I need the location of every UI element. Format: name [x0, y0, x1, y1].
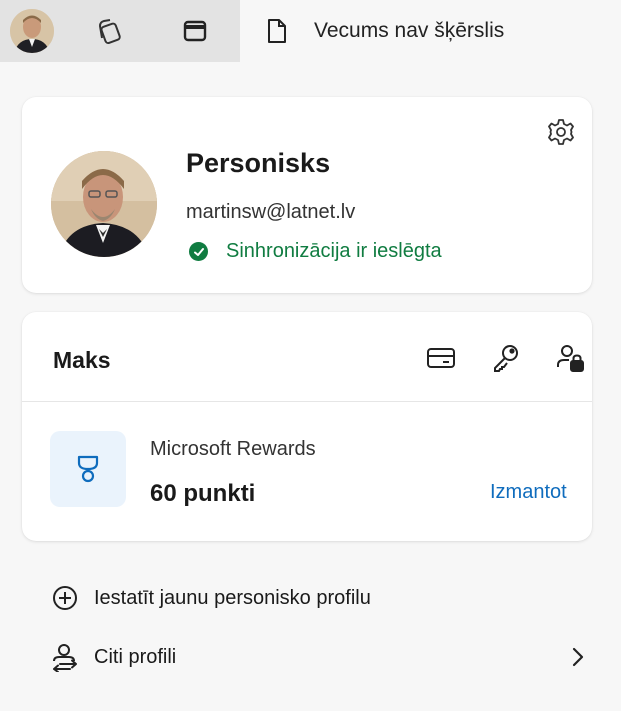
tab-strip: Vecums nav šķērslis	[0, 0, 621, 62]
add-circle-icon	[50, 583, 80, 613]
credit-card-icon	[427, 348, 455, 368]
profile-avatar	[51, 151, 157, 257]
redeem-link[interactable]: Izmantot	[490, 481, 567, 504]
other-profiles-label: Citi profili	[94, 645, 177, 668]
chevron-right-icon	[566, 644, 590, 670]
wallet-divider	[22, 401, 592, 402]
people-switch-icon	[50, 642, 80, 672]
collections-button[interactable]	[80, 0, 138, 62]
profile-button[interactable]	[4, 0, 60, 62]
vertical-tabs-button[interactable]	[166, 0, 224, 62]
new-profile-item[interactable]: Iestatīt jaunu personisko profilu	[50, 581, 590, 615]
new-profile-label: Iestatīt jaunu personisko profilu	[94, 586, 371, 609]
profile-name: Personisks	[186, 148, 331, 178]
page-icon	[264, 16, 290, 46]
collections-icon	[98, 19, 121, 45]
profile-email: martinsw@latnet.lv	[186, 201, 356, 223]
key-icon	[494, 345, 518, 372]
tab-active[interactable]: Vecums nav šķērslis	[240, 0, 621, 62]
profile-settings-button[interactable]	[545, 116, 577, 148]
rewards-label: Microsoft Rewards	[150, 438, 316, 460]
sync-status-text: Sinhronizācija ir ieslēgta	[226, 240, 442, 262]
tab-title: Vecums nav šķērslis	[314, 19, 505, 42]
passwords-button[interactable]	[486, 338, 526, 378]
payment-methods-button[interactable]	[421, 338, 461, 378]
rewards-tile[interactable]	[50, 431, 126, 507]
rewards-points: 60 punkti	[150, 480, 256, 507]
gear-icon	[548, 119, 574, 145]
wallet-title: Maks	[53, 347, 111, 373]
trophy-icon	[77, 455, 99, 483]
personal-info-button[interactable]	[550, 338, 590, 378]
profile-avatar-icon	[10, 9, 54, 53]
person-lock-icon	[557, 345, 584, 372]
other-profiles-item[interactable]: Citi profili	[50, 640, 590, 674]
vertical-tabs-icon	[183, 20, 207, 42]
check-circle-icon	[189, 242, 208, 261]
sync-status[interactable]: Sinhronizācija ir ieslēgta	[189, 240, 442, 263]
